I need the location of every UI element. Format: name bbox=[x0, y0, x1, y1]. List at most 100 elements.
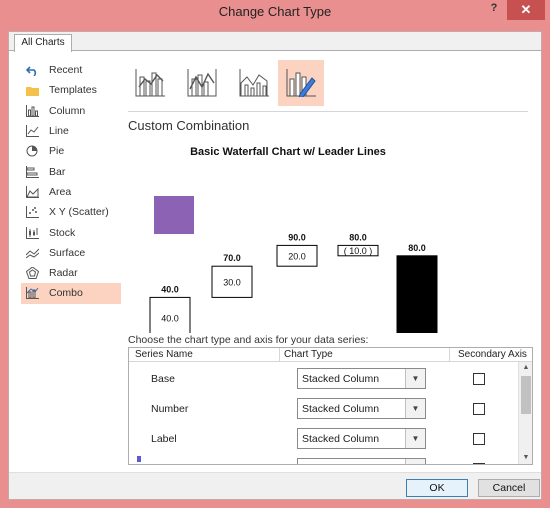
subtype-clustered-column-line-button[interactable] bbox=[128, 60, 172, 106]
sidebar-item-label: Bar bbox=[49, 165, 66, 178]
series-prompt: Choose the chart type and axis for your … bbox=[128, 334, 369, 346]
bar-top-label: 70.0 bbox=[223, 253, 241, 263]
chart-type-dropdown[interactable]: ▼ bbox=[297, 458, 426, 464]
secondary-axis-checkbox[interactable] bbox=[473, 403, 485, 415]
series-row-number: Number Stacked Column ▼ bbox=[129, 394, 514, 424]
series-name: Base bbox=[151, 373, 175, 385]
scroll-thumb[interactable] bbox=[521, 376, 531, 414]
scroll-down-arrow-icon[interactable]: ▼ bbox=[519, 452, 532, 464]
bar-top-label: 80.0 bbox=[408, 243, 426, 253]
header-divider bbox=[279, 348, 280, 362]
radar-chart-icon bbox=[25, 267, 39, 280]
series-name: Number bbox=[151, 403, 189, 415]
bar-chart-icon bbox=[25, 165, 39, 178]
chevron-down-icon[interactable]: ▼ bbox=[405, 369, 425, 388]
secondary-axis-checkbox[interactable] bbox=[473, 463, 485, 464]
series-row-label: Label Stacked Column ▼ bbox=[129, 424, 514, 454]
series-row-partial: ▼ bbox=[129, 454, 514, 464]
secondary-axis-checkbox[interactable] bbox=[473, 373, 485, 385]
series-color-swatch bbox=[137, 370, 141, 388]
bar-top-label: 90.0 bbox=[288, 232, 306, 242]
chevron-down-icon[interactable]: ▼ bbox=[405, 399, 425, 418]
stock-chart-icon bbox=[25, 226, 39, 239]
waterfall-bar bbox=[396, 255, 438, 340]
sidebar-item-radar[interactable]: Radar bbox=[21, 263, 121, 283]
sidebar-item-label: Templates bbox=[49, 84, 97, 97]
chevron-down-icon[interactable]: ▼ bbox=[405, 429, 425, 448]
sidebar-item-scatter[interactable]: X Y (Scatter) bbox=[21, 202, 121, 222]
chart-type-dropdown[interactable]: Stacked Column ▼ bbox=[297, 428, 426, 449]
section-title: Custom Combination bbox=[128, 118, 250, 133]
bar-top-label: 80.0 bbox=[349, 232, 367, 242]
dialog-body: All Charts Recent Templates Column Line … bbox=[8, 31, 542, 500]
sidebar-item-surface[interactable]: Surface bbox=[21, 243, 121, 263]
series-grid-header: Series Name Chart Type Secondary Axis bbox=[129, 348, 532, 362]
sidebar-item-label: Line bbox=[49, 125, 69, 138]
legend-swatch bbox=[154, 196, 194, 234]
sidebar-item-label: Area bbox=[49, 185, 72, 198]
surface-chart-icon bbox=[25, 247, 39, 259]
sidebar-item-bar[interactable]: Bar bbox=[21, 161, 121, 181]
chart-type-value: Stacked Column bbox=[302, 373, 380, 385]
sidebar-item-pie[interactable]: Pie bbox=[21, 141, 121, 161]
sidebar-item-templates[interactable]: Templates bbox=[21, 80, 121, 100]
sidebar-item-label: Stock bbox=[49, 226, 76, 239]
sidebar-item-label: Combo bbox=[49, 287, 83, 300]
subtype-custom-combination-button[interactable] bbox=[278, 60, 324, 106]
series-name: Label bbox=[151, 433, 177, 445]
chart-type-dropdown[interactable]: Stacked Column ▼ bbox=[297, 368, 426, 389]
chart-title: Basic Waterfall Chart w/ Leader Lines bbox=[190, 146, 386, 158]
button-row: OK Cancel bbox=[9, 472, 541, 499]
undo-arrow-icon bbox=[25, 64, 39, 76]
sidebar-item-label: Radar bbox=[49, 267, 78, 280]
combo-area-column-icon bbox=[239, 67, 269, 100]
chart-svg: 40.040.0Raw Materials30.070.0Tooling20.0… bbox=[140, 196, 439, 357]
subtype-clustered-column-line-secondary-button[interactable] bbox=[180, 60, 224, 106]
series-grid-scrollbar[interactable]: ▲ ▼ bbox=[518, 362, 532, 464]
combo-column-line-icon bbox=[135, 67, 165, 100]
pie-chart-icon bbox=[25, 145, 39, 157]
sidebar-item-stock[interactable]: Stock bbox=[21, 222, 121, 242]
subtype-stacked-area-clustered-column-button[interactable] bbox=[232, 60, 276, 106]
bar-inner-label: 20.0 bbox=[288, 251, 306, 261]
cancel-button[interactable]: Cancel bbox=[478, 479, 540, 497]
secondary-axis-checkbox[interactable] bbox=[473, 433, 485, 445]
header-chart-type: Chart Type bbox=[284, 349, 333, 360]
sidebar-item-combo[interactable]: Combo bbox=[21, 283, 121, 304]
chart-type-dropdown[interactable]: Stacked Column ▼ bbox=[297, 398, 426, 419]
chart-category-list: Recent Templates Column Line Pie Bar Are… bbox=[21, 60, 121, 304]
sidebar-item-area[interactable]: Area bbox=[21, 182, 121, 202]
sidebar-item-line[interactable]: Line bbox=[21, 121, 121, 141]
series-color-swatch bbox=[137, 456, 141, 462]
scroll-up-arrow-icon[interactable]: ▲ bbox=[519, 362, 532, 374]
sidebar-item-recent[interactable]: Recent bbox=[21, 60, 121, 80]
bar-inner-label: 40.0 bbox=[161, 314, 179, 324]
sidebar-item-label: Pie bbox=[49, 145, 65, 158]
series-color-swatch bbox=[137, 430, 141, 448]
bar-top-label: 40.0 bbox=[161, 284, 179, 294]
sidebar-item-column[interactable]: Column bbox=[21, 101, 121, 121]
help-button[interactable]: ? bbox=[488, 2, 500, 18]
dialog-title: Change Chart Type bbox=[218, 4, 332, 19]
chart-type-value: Stacked Column bbox=[302, 433, 380, 445]
gallery-divider bbox=[128, 111, 528, 112]
sidebar-item-label: Surface bbox=[49, 246, 86, 259]
header-divider bbox=[449, 348, 450, 362]
bar-inner-label: ( 10.0 ) bbox=[344, 246, 373, 256]
line-chart-icon bbox=[25, 125, 39, 138]
sidebar-item-label: X Y (Scatter) bbox=[49, 206, 109, 219]
title-bar: Change Chart Type ? ✕ bbox=[0, 0, 550, 24]
series-grid: Series Name Chart Type Secondary Axis Ba… bbox=[128, 347, 533, 465]
series-color-swatch bbox=[137, 400, 141, 418]
chevron-down-icon[interactable]: ▼ bbox=[405, 459, 425, 464]
combo-column-line-secondary-icon bbox=[187, 67, 217, 100]
tab-all-charts[interactable]: All Charts bbox=[14, 34, 72, 52]
header-secondary-axis: Secondary Axis bbox=[458, 349, 527, 360]
scatter-chart-icon bbox=[25, 206, 39, 219]
close-button[interactable]: ✕ bbox=[507, 0, 545, 20]
sidebar-item-label: Recent bbox=[49, 64, 83, 77]
combo-chart-icon bbox=[25, 287, 39, 300]
header-series-name: Series Name bbox=[135, 349, 193, 360]
ok-button[interactable]: OK bbox=[406, 479, 468, 497]
change-chart-type-dialog: Change Chart Type ? ✕ All Charts Recent … bbox=[0, 0, 550, 508]
